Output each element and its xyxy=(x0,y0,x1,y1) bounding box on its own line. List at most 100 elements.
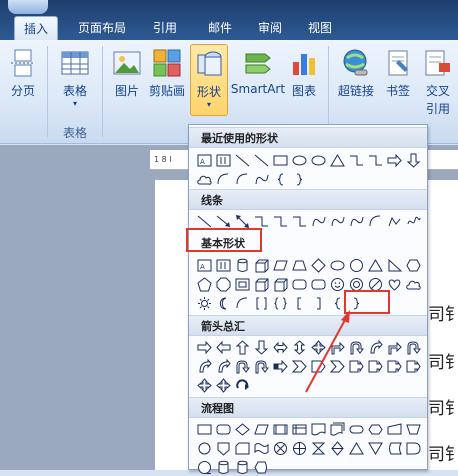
shape-delay-icon[interactable] xyxy=(404,439,422,457)
shape-vtext-icon[interactable] xyxy=(214,256,232,274)
shape-oval-icon[interactable] xyxy=(290,151,308,169)
shape-textbox-icon[interactable]: A xyxy=(195,151,213,169)
shape-lbrace-icon[interactable] xyxy=(271,170,289,188)
shape-quad-icon[interactable] xyxy=(214,376,232,394)
shape-rrect-icon[interactable] xyxy=(290,275,308,293)
shape-elbow-icon[interactable] xyxy=(271,212,289,230)
shape-internal-icon[interactable] xyxy=(290,420,308,438)
shape-cube-icon[interactable] xyxy=(252,256,270,274)
office-button[interactable] xyxy=(8,0,48,14)
shape-elbow-icon[interactable] xyxy=(290,212,308,230)
shape-callout-icon[interactable] xyxy=(366,357,384,375)
shape-hex-icon[interactable] xyxy=(404,256,422,274)
shape-uarrow-icon[interactable] xyxy=(233,338,251,356)
shape-arc-icon[interactable] xyxy=(366,212,384,230)
shape-offpage-icon[interactable] xyxy=(214,439,232,457)
shape-freeform-icon[interactable] xyxy=(385,212,403,230)
shape-darrowb-icon[interactable] xyxy=(404,151,422,169)
shape-decision-icon[interactable] xyxy=(233,420,251,438)
shape-scribble-icon[interactable] xyxy=(404,212,422,230)
shape-orj-icon[interactable] xyxy=(290,439,308,457)
shape-process-icon[interactable] xyxy=(195,420,213,438)
shape-curve-icon[interactable] xyxy=(347,212,365,230)
shape-elbow-icon[interactable] xyxy=(366,151,384,169)
shape-can-icon[interactable] xyxy=(233,458,251,476)
shape-cube-icon[interactable] xyxy=(271,275,289,293)
shape-stored-icon[interactable] xyxy=(385,439,403,457)
shape-circarr-icon[interactable] xyxy=(233,376,251,394)
shape-sort-icon[interactable] xyxy=(328,439,346,457)
shape-udarrow-icon[interactable] xyxy=(290,338,308,356)
shape-chevron-icon[interactable] xyxy=(328,357,346,375)
tab-mailings[interactable]: 邮件 xyxy=(200,16,240,40)
shape-rbrk-icon[interactable] xyxy=(309,294,327,312)
shape-trap-icon[interactable] xyxy=(290,256,308,274)
shape-diamond-icon[interactable] xyxy=(309,256,327,274)
shape-cube-icon[interactable] xyxy=(252,275,270,293)
shape-darrowb-icon[interactable] xyxy=(252,338,270,356)
shape-arc-icon[interactable] xyxy=(214,170,232,188)
shape-circle-icon[interactable] xyxy=(347,256,365,274)
smartart-button[interactable]: SmartArt xyxy=(230,44,286,116)
shape-lrarrow-icon[interactable] xyxy=(271,338,289,356)
shape-multidoc-icon[interactable] xyxy=(328,420,346,438)
shape-vtext-icon[interactable] xyxy=(214,151,232,169)
shape-uturn-icon[interactable] xyxy=(404,338,422,356)
shape-callout-icon[interactable] xyxy=(347,357,365,375)
shape-rrect-icon[interactable] xyxy=(309,275,327,293)
cross-reference-button[interactable]: 交叉 引用 xyxy=(418,44,458,116)
shape-quad-icon[interactable] xyxy=(309,338,327,356)
shape-uturn-icon[interactable] xyxy=(252,357,270,375)
shape-docu-icon[interactable] xyxy=(309,420,327,438)
shape-striped-icon[interactable] xyxy=(271,357,289,375)
shape-quad-icon[interactable] xyxy=(195,376,213,394)
shape-textbox-icon[interactable]: A xyxy=(195,256,213,274)
shape-collate-icon[interactable] xyxy=(309,439,327,457)
shape-rect-icon[interactable] xyxy=(271,151,289,169)
chart-button[interactable]: 图表 xyxy=(286,44,322,116)
shape-frame-icon[interactable] xyxy=(233,275,251,293)
shape-seqacc-icon[interactable] xyxy=(195,458,213,476)
shape-can-icon[interactable] xyxy=(233,256,251,274)
shape-arc-icon[interactable] xyxy=(233,170,251,188)
shape-curved-icon[interactable] xyxy=(195,357,213,375)
shape-pent-icon[interactable] xyxy=(195,275,213,293)
shape-connector-icon[interactable] xyxy=(195,439,213,457)
shape-line-icon[interactable] xyxy=(233,151,251,169)
shape-tape-icon[interactable] xyxy=(252,439,270,457)
shape-data-icon[interactable] xyxy=(252,420,270,438)
shape-pentarr-icon[interactable] xyxy=(309,357,327,375)
shape-arc-icon[interactable] xyxy=(233,294,251,312)
shape-curved-icon[interactable] xyxy=(214,357,232,375)
table-button[interactable]: 表格 ▾ xyxy=(54,44,96,116)
shape-para-icon[interactable] xyxy=(271,256,289,274)
shape-curve-icon[interactable] xyxy=(309,212,327,230)
shape-magdisk-icon[interactable] xyxy=(214,458,232,476)
shape-lbrk-icon[interactable] xyxy=(290,294,308,312)
shape-curved-icon[interactable] xyxy=(366,338,384,356)
shape-oval-icon[interactable] xyxy=(328,256,346,274)
hyperlink-button[interactable]: 超链接 xyxy=(334,44,378,116)
tab-review[interactable]: 审阅 xyxy=(250,16,290,40)
shape-rtri-icon[interactable] xyxy=(385,256,403,274)
shape-moon-icon[interactable] xyxy=(214,294,232,312)
shape-prep-icon[interactable] xyxy=(366,420,384,438)
shape-callout-icon[interactable] xyxy=(385,357,403,375)
shape-rarrow-icon[interactable] xyxy=(195,338,213,356)
shape-cloud-icon[interactable] xyxy=(195,170,213,188)
shape-oct-icon[interactable] xyxy=(214,275,232,293)
page-break-button[interactable]: 分页 xyxy=(4,44,42,116)
shape-bent-icon[interactable] xyxy=(328,338,346,356)
shape-cloud-icon[interactable] xyxy=(404,275,422,293)
shape-rbrace-icon[interactable] xyxy=(290,170,308,188)
clipart-button[interactable]: 剪贴画 xyxy=(146,44,188,116)
shape-extract-icon[interactable] xyxy=(347,439,365,457)
shape-curve-icon[interactable] xyxy=(328,212,346,230)
shape-bent-icon[interactable] xyxy=(385,338,403,356)
shape-line-icon[interactable] xyxy=(252,151,270,169)
tab-page-layout[interactable]: 页面布局 xyxy=(72,16,132,40)
shape-brace-icon[interactable] xyxy=(271,294,289,312)
shape-bracket-icon[interactable] xyxy=(252,294,270,312)
shape-tri-icon[interactable] xyxy=(328,151,346,169)
shape-display-icon[interactable] xyxy=(252,458,270,476)
